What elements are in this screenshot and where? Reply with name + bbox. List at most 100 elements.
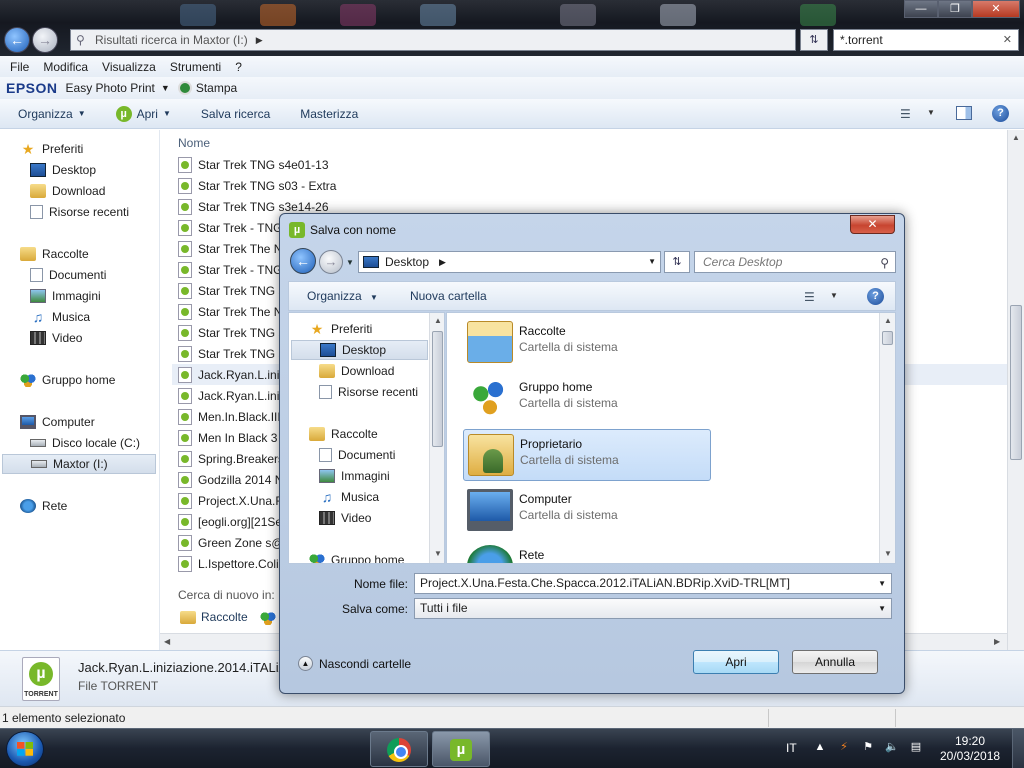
hide-folders-button[interactable]: ▲ Nascondi cartelle xyxy=(298,656,411,671)
menu-edit[interactable]: Modifica xyxy=(43,60,88,74)
dialog-close-button[interactable]: ✕ xyxy=(850,215,895,234)
scroll-up-icon[interactable]: ▲ xyxy=(1012,133,1020,142)
help-icon[interactable]: ? xyxy=(867,288,884,305)
file-row[interactable]: Men.In.Black.III xyxy=(178,406,281,427)
menu-tools[interactable]: Strumenti xyxy=(170,60,221,74)
dialog-nav-documents[interactable]: Documenti xyxy=(319,445,395,465)
nav-maxtor[interactable]: Maxtor (I:) xyxy=(2,454,156,474)
volume-icon[interactable]: 🔈 xyxy=(884,739,900,755)
minimize-button[interactable]: — xyxy=(904,0,938,18)
tile-proprietario[interactable]: Proprietario Cartella di sistema xyxy=(463,429,711,481)
show-hidden-icons-icon[interactable]: ▲ xyxy=(812,739,828,755)
dialog-address-bar[interactable]: Desktop ▶ ▼ xyxy=(358,251,661,273)
scroll-up-icon[interactable]: ▲ xyxy=(434,316,442,325)
nav-images[interactable]: Immagini xyxy=(30,286,101,306)
scroll-down-icon[interactable]: ▼ xyxy=(434,549,442,558)
scroll-right-icon[interactable]: ▶ xyxy=(994,637,1000,646)
dialog-nav-video[interactable]: Video xyxy=(319,508,371,528)
dialog-nav-images[interactable]: Immagini xyxy=(319,466,390,486)
nav-favorites[interactable]: ★ Preferiti xyxy=(20,139,84,159)
file-row[interactable]: Star Trek - TNG xyxy=(178,217,282,238)
dialog-nav-homegroup[interactable]: Gruppo home xyxy=(309,550,404,563)
scroll-thumb[interactable] xyxy=(882,331,893,345)
recent-locations-dropdown[interactable]: ▼ xyxy=(346,258,354,267)
dialog-forward-button[interactable]: → xyxy=(319,250,343,274)
clear-search-icon[interactable]: ✕ xyxy=(1003,30,1012,50)
vertical-scrollbar[interactable]: ▲ xyxy=(1007,130,1024,650)
file-row[interactable]: Spring.Breakers xyxy=(178,448,284,469)
file-row[interactable]: L.Ispettore.Colia xyxy=(178,553,285,574)
print-button[interactable]: Stampa xyxy=(196,81,237,95)
dialog-nav-music[interactable]: ♫ Musica xyxy=(319,487,379,507)
dialog-nav-download[interactable]: Download xyxy=(319,361,394,381)
tile-network[interactable]: Rete xyxy=(463,541,711,563)
easy-photo-print-button[interactable]: Easy Photo Print xyxy=(66,81,155,95)
filename-input[interactable]: Project.X.Una.Festa.Che.Spacca.2012.iTAL… xyxy=(414,573,892,594)
preview-pane-icon[interactable] xyxy=(956,106,972,120)
language-indicator[interactable]: IT xyxy=(786,741,797,755)
dialog-back-button[interactable]: ← xyxy=(290,248,316,274)
flag-icon[interactable]: ⚑ xyxy=(860,739,876,755)
file-row[interactable]: Star Trek TNG s xyxy=(178,343,284,364)
save-search-button[interactable]: Salva ricerca xyxy=(201,107,270,121)
scroll-left-icon[interactable]: ◀ xyxy=(164,637,170,646)
nav-documents[interactable]: Documenti xyxy=(30,265,106,285)
help-icon[interactable]: ? xyxy=(992,105,1009,122)
view-options-icon[interactable]: ☰ xyxy=(900,107,911,121)
nav-homegroup[interactable]: Gruppo home xyxy=(20,370,115,390)
nav-music[interactable]: ♫ Musica xyxy=(30,307,90,327)
forward-button[interactable]: → xyxy=(32,27,58,53)
nav-local-disk[interactable]: Disco locale (C:) xyxy=(30,433,140,453)
nav-network[interactable]: Rete xyxy=(20,496,67,516)
file-row[interactable]: Star Trek The N xyxy=(178,238,282,259)
menu-help[interactable]: ? xyxy=(235,60,242,74)
dialog-content-scrollbar[interactable]: ▲ ▼ xyxy=(879,313,895,563)
dialog-nav-recent[interactable]: Risorse recenti xyxy=(319,382,418,402)
close-button[interactable]: ✕ xyxy=(972,0,1020,18)
dialog-nav-scrollbar[interactable]: ▲ ▼ xyxy=(429,313,444,563)
dialog-nav-collections[interactable]: Raccolte xyxy=(309,424,378,444)
file-row[interactable]: Jack.Ryan.L.iniz xyxy=(178,385,285,406)
tile-homegroup[interactable]: Gruppo home Cartella di sistema xyxy=(463,373,711,425)
back-button[interactable]: ← xyxy=(4,27,30,53)
file-row[interactable]: Star Trek The N xyxy=(178,301,282,322)
open-button[interactable]: Apri xyxy=(693,650,779,674)
chevron-down-icon[interactable]: ▼ xyxy=(878,599,886,618)
nav-collections[interactable]: Raccolte xyxy=(20,244,89,264)
burn-button[interactable]: Masterizza xyxy=(300,107,358,121)
show-desktop-button[interactable] xyxy=(1012,729,1024,768)
file-row[interactable]: Star Trek TNG s03 - Extra xyxy=(178,175,336,196)
breadcrumb-arrow-icon[interactable]: ▶ xyxy=(256,35,263,46)
antivirus-icon[interactable]: ⚡ xyxy=(836,739,852,755)
file-row[interactable]: Star Trek TNG s xyxy=(178,280,284,301)
search-icon[interactable]: ⚲ xyxy=(880,253,889,273)
file-row[interactable]: Star Trek - TNG xyxy=(178,259,282,280)
file-row[interactable]: Men In Black 3 xyxy=(178,427,277,448)
scroll-up-icon[interactable]: ▲ xyxy=(884,316,892,325)
homegroup-icon[interactable] xyxy=(260,611,276,625)
chevron-down-icon[interactable]: ▼ xyxy=(830,291,838,300)
nav-download[interactable]: Download xyxy=(30,181,105,201)
file-row[interactable]: Star Trek TNG s4e01-13 xyxy=(178,154,329,175)
nav-video[interactable]: Video xyxy=(30,328,82,348)
nav-computer[interactable]: Computer xyxy=(20,412,95,432)
file-row[interactable]: Green Zone s@ xyxy=(178,532,284,553)
cancel-button[interactable]: Annulla xyxy=(792,650,878,674)
nav-desktop[interactable]: Desktop xyxy=(30,160,96,180)
scroll-down-icon[interactable]: ▼ xyxy=(884,549,892,558)
taskbar-utorrent-button[interactable]: µ xyxy=(432,731,490,767)
view-options-icon[interactable]: ☰ xyxy=(804,290,815,304)
dialog-organize-button[interactable]: Organizza ▼ xyxy=(307,289,378,303)
dialog-refresh-button[interactable]: ⇅ xyxy=(664,251,690,273)
chevron-down-icon[interactable]: ▼ xyxy=(648,257,656,266)
scroll-thumb[interactable] xyxy=(432,331,443,447)
chevron-down-icon[interactable]: ▼ xyxy=(161,83,170,93)
file-row[interactable]: Godzilla 2014 N xyxy=(178,469,283,490)
menu-file[interactable]: File xyxy=(10,60,29,74)
organize-button[interactable]: Organizza ▼ xyxy=(18,107,86,121)
refresh-button[interactable]: ⇅ xyxy=(800,29,828,51)
savetype-select[interactable]: Tutti i file ▼ xyxy=(414,598,892,619)
open-button[interactable]: µ Apri ▼ xyxy=(115,105,171,122)
menu-view[interactable]: Visualizza xyxy=(102,60,156,74)
start-button[interactable] xyxy=(6,731,44,767)
